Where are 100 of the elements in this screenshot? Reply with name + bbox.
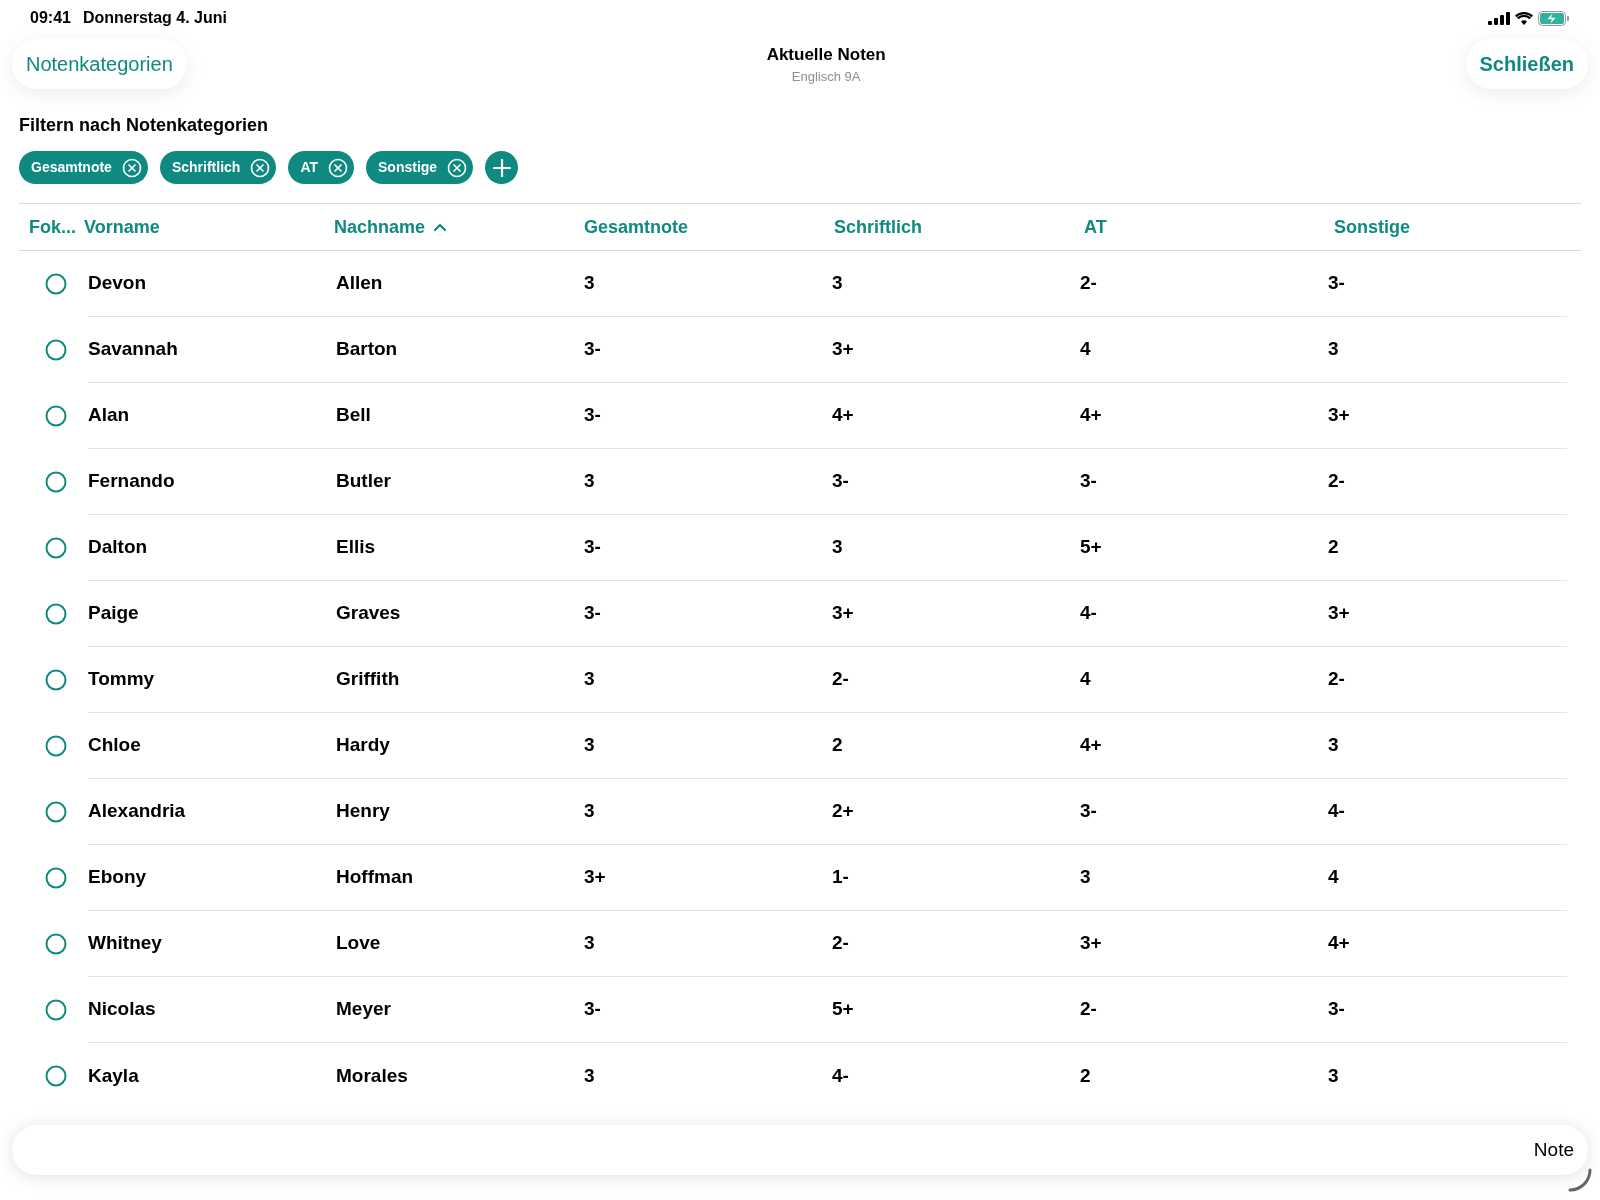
- plus-icon: [492, 158, 511, 177]
- table-cell: 3-: [584, 338, 601, 360]
- resize-handle-icon[interactable]: [1567, 1167, 1593, 1193]
- remove-icon[interactable]: [447, 157, 468, 178]
- remove-icon[interactable]: [328, 157, 348, 178]
- table-cell: Ellis: [336, 536, 376, 558]
- add-chip-button[interactable]: [485, 151, 519, 184]
- table-cell: 3+: [1328, 404, 1350, 426]
- table-cell: Hardy: [336, 734, 390, 756]
- table-cell: Dalton: [88, 536, 148, 558]
- table-cell: 2: [1328, 536, 1339, 558]
- table-cell: Butler: [336, 470, 391, 492]
- focus-radio[interactable]: [45, 537, 67, 559]
- table-cell: Morales: [336, 1064, 408, 1086]
- column-header[interactable]: Gesamtnote: [584, 213, 689, 241]
- table-cell: 5+: [1080, 536, 1102, 558]
- table-cell: 2-: [832, 668, 849, 690]
- column-header[interactable]: Fok...: [29, 216, 76, 237]
- table-cell: 4+: [1080, 734, 1102, 756]
- filter-chip[interactable]: Gesamtnote: [19, 151, 148, 184]
- table-cell: Savannah: [88, 338, 178, 360]
- table-cell: 3-: [832, 470, 849, 492]
- table-cell: 3: [832, 536, 843, 558]
- table-cell: 1-: [832, 866, 849, 888]
- table-cell: Nicolas: [88, 998, 156, 1020]
- battery-charging-icon: [1538, 10, 1570, 26]
- focus-radio[interactable]: [45, 603, 67, 625]
- focus-radio[interactable]: [45, 471, 67, 493]
- table-cell: Alan: [88, 404, 130, 426]
- column-header[interactable]: Nachname: [334, 213, 448, 241]
- table-cell: 3-: [1328, 272, 1345, 294]
- table-cell: 2-: [1328, 668, 1345, 690]
- table-cell: 3: [1328, 338, 1339, 360]
- table-cell: 4+: [1080, 404, 1102, 426]
- categories-button[interactable]: Notenkategorien: [12, 39, 187, 89]
- column-header[interactable]: Vorname: [84, 213, 160, 241]
- table-cell: 2-: [1080, 272, 1097, 294]
- filter-chip[interactable]: AT: [288, 151, 354, 184]
- table-cell: Ebony: [88, 866, 147, 888]
- table-cell: 3+: [584, 866, 606, 888]
- table-cell: 3+: [832, 338, 854, 360]
- nav-title: Aktuelle Noten: [766, 43, 886, 66]
- table-cell: 4-: [1080, 602, 1097, 624]
- focus-radio[interactable]: [45, 801, 67, 823]
- table-cell: 3-: [584, 602, 601, 624]
- focus-radio[interactable]: [45, 405, 67, 427]
- focus-radio[interactable]: [45, 933, 67, 955]
- table-cell: 3: [1328, 734, 1339, 756]
- signal-icon: [1488, 11, 1510, 25]
- table-cell: 3: [584, 668, 595, 690]
- column-header[interactable]: Schriftlich: [834, 213, 922, 241]
- remove-icon[interactable]: [250, 157, 271, 178]
- wifi-icon: [1515, 11, 1533, 25]
- table-cell: 2: [1080, 1064, 1091, 1086]
- table-cell: 2-: [1080, 998, 1097, 1020]
- table-cell: Henry: [336, 800, 390, 822]
- column-header[interactable]: Sonstige: [1334, 213, 1410, 241]
- table-cell: 3: [1328, 1064, 1339, 1086]
- sort-ascending-icon: [433, 222, 448, 232]
- remove-icon[interactable]: [121, 157, 142, 178]
- table-cell: 4+: [832, 404, 854, 426]
- filter-title: Filtern nach Notenkategorien: [19, 114, 270, 137]
- column-header[interactable]: AT: [1084, 213, 1107, 241]
- filter-chip[interactable]: Sonstige: [366, 151, 474, 184]
- table-cell: 4-: [1328, 800, 1345, 822]
- table-cell: Allen: [336, 272, 383, 294]
- note-input-field[interactable]: Note: [12, 1125, 1588, 1175]
- status-time: 09:41: [30, 8, 71, 28]
- table-cell: Bell: [336, 404, 371, 426]
- table-cell: Chloe: [88, 734, 141, 756]
- table-cell: Fernando: [88, 470, 175, 492]
- table-cell: 3: [584, 932, 595, 954]
- table-cell: 3+: [1328, 602, 1350, 624]
- focus-radio[interactable]: [45, 867, 67, 889]
- table-cell: Griffith: [336, 668, 400, 690]
- table-cell: Alexandria: [88, 800, 186, 822]
- filter-chip[interactable]: Schriftlich: [159, 151, 277, 184]
- table-cell: 3-: [584, 998, 601, 1020]
- focus-radio[interactable]: [45, 999, 67, 1021]
- table-cell: 5+: [832, 998, 854, 1020]
- table-cell: 4-: [832, 1064, 849, 1086]
- table-cell: 4: [1080, 338, 1091, 360]
- table-cell: 3: [584, 1064, 595, 1086]
- table-cell: Whitney: [88, 932, 162, 954]
- focus-radio[interactable]: [45, 669, 67, 691]
- close-button[interactable]: Schließen: [1465, 39, 1588, 89]
- table-cell: 4+: [1328, 932, 1350, 954]
- table-cell: Barton: [336, 338, 398, 360]
- table-cell: 3: [1080, 866, 1091, 888]
- focus-radio[interactable]: [45, 339, 67, 361]
- table-cell: 2: [832, 734, 843, 756]
- table-cell: 2-: [832, 932, 849, 954]
- table-cell: 3+: [832, 602, 854, 624]
- table-cell: 3-: [584, 404, 601, 426]
- focus-radio[interactable]: [45, 735, 67, 757]
- focus-radio[interactable]: [45, 1065, 67, 1087]
- focus-radio[interactable]: [45, 273, 67, 295]
- table-cell: Meyer: [336, 998, 391, 1020]
- table-cell: 3: [832, 272, 843, 294]
- table-cell: 2-: [1328, 470, 1345, 492]
